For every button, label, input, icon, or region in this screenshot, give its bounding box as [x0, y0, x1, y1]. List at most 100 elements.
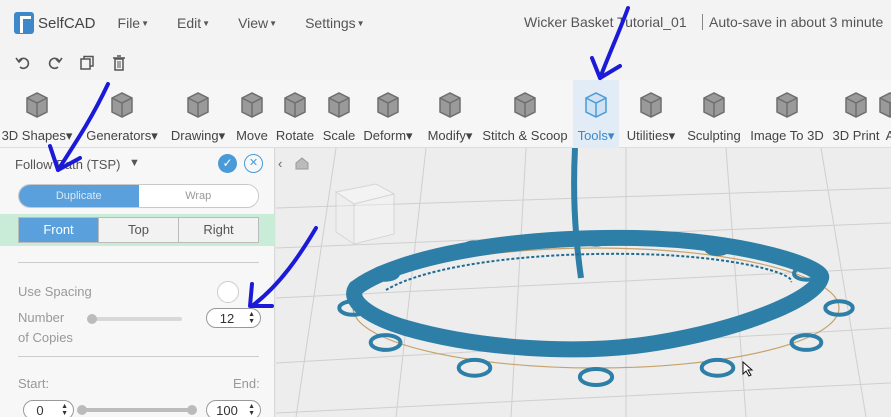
view-tab-top[interactable]: Top	[99, 218, 179, 242]
use-spacing-toggle[interactable]	[217, 281, 239, 303]
modify-icon	[439, 92, 461, 118]
menu-file-label: File	[117, 15, 141, 31]
copies-slider-thumb[interactable]	[87, 314, 97, 324]
delete-button[interactable]	[110, 54, 128, 72]
menu-settings[interactable]: Settings▼	[305, 15, 365, 31]
panel-dropdown-icon[interactable]: ▼	[129, 157, 140, 169]
view-cube-icon[interactable]	[334, 183, 396, 245]
end-stepper[interactable]: 100 ▲ ▼	[206, 400, 261, 417]
copy-button[interactable]	[78, 54, 96, 72]
tool-3d-shapes[interactable]: 3D Shapes▾	[2, 80, 72, 148]
menu-edit-label: Edit	[177, 15, 202, 31]
tool-label: A	[885, 128, 891, 143]
quick-action-bar	[0, 46, 891, 80]
app-logo[interactable]: SelfCAD	[14, 12, 96, 34]
menu-file[interactable]: File▼	[118, 15, 149, 31]
tool-label: Move	[236, 128, 268, 143]
scale-icon	[328, 92, 350, 118]
view-selector-row: Front Top Right	[0, 214, 275, 246]
tool-deform[interactable]: Deform▾	[360, 80, 416, 148]
tool-label: Stitch & Scoop	[482, 128, 568, 143]
more-icon	[879, 92, 891, 118]
caret-down-icon: ▼	[356, 19, 365, 28]
tool-label: Drawing▾	[170, 128, 226, 143]
copies-slider[interactable]	[90, 317, 182, 321]
range-start-thumb[interactable]	[77, 405, 87, 415]
tool-modify[interactable]: Modify▾	[424, 80, 476, 148]
view-tab-front[interactable]: Front	[19, 218, 99, 242]
image-to-3d-icon	[776, 92, 798, 118]
end-label: End:	[233, 376, 260, 391]
selfcad-logo-icon	[14, 12, 34, 34]
mouse-cursor-icon	[742, 361, 754, 377]
menu-settings-label: Settings	[305, 15, 356, 31]
tool-tools[interactable]: Tools▾	[573, 80, 619, 148]
tool-a[interactable]: A	[879, 80, 891, 148]
start-stepper[interactable]: 0 ▲ ▼	[23, 400, 74, 417]
menu-view-label: View	[238, 15, 269, 31]
stepper-arrows-icon[interactable]: ▲ ▼	[248, 403, 255, 417]
menu-edit[interactable]: Edit▼	[177, 15, 210, 31]
tool-move[interactable]: Move	[234, 80, 270, 148]
3d-viewport[interactable]	[276, 148, 891, 417]
divider	[18, 262, 259, 263]
menu-bar: SelfCAD File▼ Edit▼ View▼ Settings▼ Wick…	[0, 0, 891, 46]
tool-image-to-3d[interactable]: Image To 3D	[747, 80, 827, 148]
confirm-button[interactable]: ✓	[218, 154, 237, 173]
tool-label: 3D Shapes▾	[1, 128, 73, 143]
trash-icon	[113, 55, 125, 71]
deform-icon	[377, 92, 399, 118]
tool-label: Image To 3D	[750, 128, 824, 143]
tool-label: Modify▾	[427, 128, 473, 143]
stepper-arrows-icon[interactable]: ▲ ▼	[61, 403, 68, 417]
undo-icon	[15, 57, 30, 70]
copies-value: 12	[219, 311, 235, 326]
rotate-icon	[284, 92, 306, 118]
menu-view[interactable]: View▼	[238, 15, 277, 31]
view-tabs: Front Top Right	[18, 217, 259, 243]
stepper-arrows-icon[interactable]: ▲ ▼	[248, 311, 255, 325]
selfcad-app: SelfCAD File▼ Edit▼ View▼ Settings▼ Wick…	[0, 0, 891, 417]
torus-copy[interactable]	[699, 357, 736, 378]
range-slider[interactable]	[82, 408, 194, 412]
tool-utilities[interactable]: Utilities▾	[623, 80, 679, 148]
copy-icon	[80, 55, 94, 70]
scene-canvas[interactable]	[276, 148, 891, 417]
tool-stitch-scoop[interactable]: Stitch & Scoop	[480, 80, 570, 148]
range-end-thumb[interactable]	[187, 405, 197, 415]
tool-generators[interactable]: Generators▾	[86, 80, 158, 148]
tool-rotate[interactable]: Rotate	[274, 80, 316, 148]
copies-label-line2: of Copies	[18, 330, 73, 345]
tool-label: Scale	[322, 128, 356, 143]
redo-button[interactable]	[46, 54, 64, 72]
close-button[interactable]: ✕	[244, 154, 263, 173]
undo-button[interactable]	[14, 54, 32, 72]
mode-duplicate[interactable]: Duplicate	[19, 185, 139, 207]
end-value: 100	[216, 403, 238, 417]
follow-path-panel: Follow Path (TSP) ▼ ✓ ✕ Duplicate Wrap F…	[0, 148, 275, 417]
tool-scale[interactable]: Scale	[322, 80, 356, 148]
view-tab-right[interactable]: Right	[179, 218, 258, 242]
caret-down-icon: ▼	[202, 19, 211, 28]
collapse-panel-icon[interactable]: ‹	[278, 156, 282, 171]
tool-label: Utilities▾	[626, 128, 676, 143]
torus-copy[interactable]	[456, 357, 493, 378]
logo-text: SelfCAD	[38, 14, 96, 32]
mode-wrap[interactable]: Wrap	[138, 185, 258, 207]
copies-stepper[interactable]: 12 ▲ ▼	[206, 308, 261, 328]
tool-label: 3D Print	[832, 128, 880, 143]
tool-label: Generators▾	[86, 128, 158, 143]
mode-toggle: Duplicate Wrap	[18, 184, 259, 208]
tool-label: Rotate	[275, 128, 315, 143]
panel-title: Follow Path (TSP)	[15, 157, 121, 172]
tool-label: Deform▾	[363, 128, 413, 143]
vertical-strand	[571, 148, 584, 279]
tool-drawing[interactable]: Drawing▾	[168, 80, 228, 148]
home-view-icon[interactable]	[294, 156, 312, 172]
torus-copy[interactable]	[577, 367, 615, 387]
tool-sculpting[interactable]: Sculpting	[685, 80, 743, 148]
cube-icon	[26, 92, 48, 118]
tools-icon	[585, 92, 607, 118]
start-value: 0	[36, 403, 44, 417]
document-title[interactable]: Wicker Basket Tutorial_01	[524, 14, 687, 30]
